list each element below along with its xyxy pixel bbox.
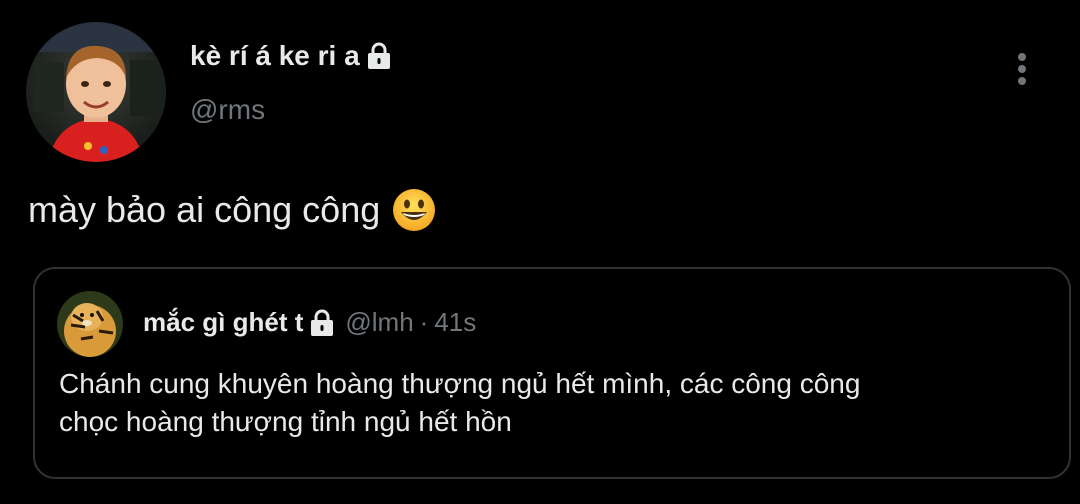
quoted-tweet-header: mắc gì ghét t @lmh · 41s [143,307,476,338]
quoted-timestamp[interactable]: 41s [434,307,476,338]
tweet: kè rí á ke ri a @rms mày bảo ai công côn… [0,0,1080,504]
avatar-image [26,22,166,162]
tiger-avatar-image [57,291,123,357]
quoted-tweet-card[interactable]: mắc gì ghét t @lmh · 41s Chánh cung khuy… [33,267,1071,479]
quoted-handle[interactable]: @lmh [345,307,413,338]
more-vertical-icon [1018,53,1026,85]
tweet-text-content: mày bảo ai công công [28,189,381,230]
quoted-display-name[interactable]: mắc gì ghét t [143,307,303,338]
author-handle[interactable]: @rms [190,94,265,126]
quoted-text-line: Chánh cung khuyên hoàng thượng ngủ hết m… [59,368,861,399]
grinning-face-emoji [392,188,436,232]
quoted-author-avatar[interactable] [57,291,123,357]
lock-icon [309,309,335,337]
quoted-text-line: chọc hoàng thượng tỉnh ngủ hết hồn [59,406,512,437]
display-name-text: kè rí á ke ri a [190,40,360,71]
author-avatar[interactable] [26,22,166,162]
lock-icon [366,42,392,70]
tweet-text: mày bảo ai công công [28,188,436,232]
meta-separator: · [419,307,429,337]
author-display-name[interactable]: kè rí á ke ri a [190,40,392,72]
more-options-button[interactable] [1006,50,1038,88]
quoted-tweet-text: Chánh cung khuyên hoàng thượng ngủ hết m… [59,365,1019,441]
